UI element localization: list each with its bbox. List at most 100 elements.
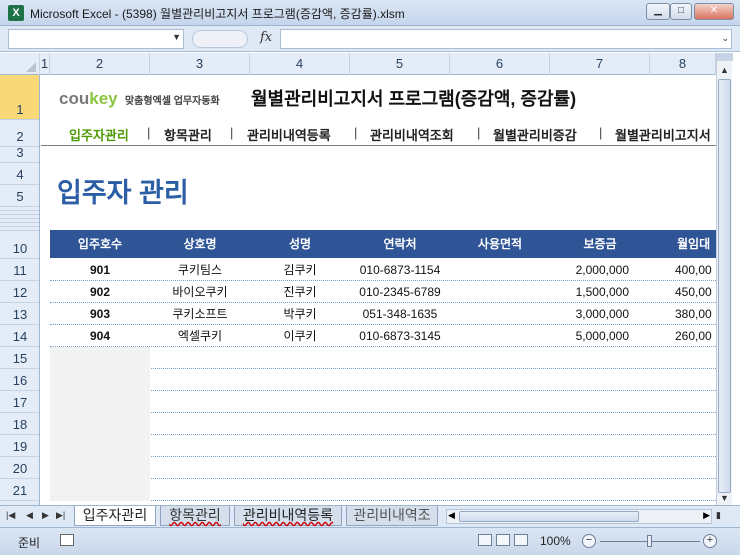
cell-deposit[interactable]: 2,000,000 <box>550 259 629 281</box>
vertical-scrollbar[interactable]: ▲ ▼ <box>716 53 733 505</box>
row-header[interactable]: 17 <box>0 391 39 413</box>
column-header[interactable]: 7 <box>550 53 650 75</box>
page-break-view-icon[interactable] <box>514 534 528 546</box>
empty-row[interactable] <box>50 369 716 391</box>
nav-item-management[interactable]: 항목관리 <box>164 125 212 144</box>
column-header[interactable]: 3 <box>150 53 250 75</box>
empty-cell[interactable] <box>50 479 150 501</box>
cell-contact[interactable]: 051-348-1635 <box>350 303 450 325</box>
row-header[interactable]: 2 <box>0 120 39 147</box>
chevron-down-icon[interactable]: ▼ <box>172 32 181 42</box>
expand-formula-bar-icon[interactable]: ⌄ <box>721 33 729 44</box>
cell-unit[interactable]: 901 <box>50 259 150 281</box>
cell-deposit[interactable]: 3,000,000 <box>550 303 629 325</box>
next-sheet-icon[interactable]: ▶ <box>42 510 49 521</box>
vertical-scroll-thumb[interactable] <box>718 79 731 493</box>
cell-area[interactable] <box>450 281 550 303</box>
tab-fee-registration[interactable]: 관리비내역등록 <box>234 506 342 526</box>
cell-area[interactable] <box>450 325 550 347</box>
table-row[interactable]: 901 쿠키팀스 김쿠키 010-6873-1154 2,000,000 400… <box>50 259 716 281</box>
column-header[interactable]: 1 <box>40 53 50 75</box>
zoom-out-icon[interactable]: − <box>582 534 596 548</box>
cell-rent[interactable]: 400,00 <box>675 259 716 281</box>
row-header[interactable]: 1 <box>0 75 39 120</box>
cell-rent[interactable]: 260,00 <box>675 325 716 347</box>
cell-unit[interactable]: 902 <box>50 281 150 303</box>
tab-item-management[interactable]: 항목관리 <box>160 506 230 526</box>
cell-company[interactable]: 쿠키소프트 <box>150 303 250 325</box>
column-header[interactable]: 8 <box>650 53 716 75</box>
tab-tenant-management[interactable]: 입주자관리 <box>74 506 156 526</box>
scroll-up-icon[interactable]: ▲ <box>720 65 729 75</box>
last-sheet-icon[interactable]: ▶| <box>56 510 65 521</box>
zoom-in-icon[interactable]: + <box>703 534 717 548</box>
column-header[interactable]: 5 <box>350 53 450 75</box>
row-header[interactable]: 21 <box>0 479 39 501</box>
insert-function-icon[interactable]: fx <box>260 30 272 45</box>
row-header[interactable]: 10 <box>0 231 39 259</box>
page-layout-view-icon[interactable] <box>496 534 510 546</box>
row-header[interactable]: 11 <box>0 259 39 281</box>
nav-tenant-management[interactable]: 입주자관리 <box>69 125 129 144</box>
minimize-button[interactable]: ▁ <box>646 3 670 20</box>
empty-cell[interactable] <box>50 347 150 369</box>
scroll-down-icon[interactable]: ▼ <box>720 493 729 503</box>
split-handle[interactable] <box>717 53 733 61</box>
row-header[interactable]: 12 <box>0 281 39 303</box>
excel-app-icon[interactable]: X <box>8 5 24 21</box>
empty-cell[interactable] <box>50 435 150 457</box>
horizontal-scroll-thumb[interactable] <box>459 511 639 522</box>
empty-row[interactable] <box>50 457 716 479</box>
cell-contact[interactable]: 010-6873-1154 <box>350 259 450 281</box>
row-header[interactable]: 20 <box>0 457 39 479</box>
row-header[interactable]: 3 <box>0 145 39 163</box>
cell-name[interactable]: 김쿠키 <box>250 259 350 281</box>
scroll-left-icon[interactable]: ◀ <box>448 510 455 521</box>
cell-rent[interactable]: 380,00 <box>675 303 716 325</box>
cell-contact[interactable]: 010-2345-6789 <box>350 281 450 303</box>
nav-monthly-change[interactable]: 월별관리비증감 <box>493 125 577 144</box>
cell-area[interactable] <box>450 259 550 281</box>
cell-rent[interactable]: 450,00 <box>675 281 716 303</box>
horizontal-scrollbar[interactable]: ◀ ▶ <box>446 509 712 524</box>
close-button[interactable]: ✕ <box>694 3 734 20</box>
empty-cell[interactable] <box>50 391 150 413</box>
empty-cell[interactable] <box>50 413 150 435</box>
empty-row[interactable] <box>50 391 716 413</box>
zoom-level[interactable]: 100% <box>540 534 571 548</box>
split-box-icon[interactable]: ▮ <box>716 510 721 521</box>
nav-monthly-notice[interactable]: 월별관리비고지서 <box>615 125 711 144</box>
cell-company[interactable]: 쿠키팀스 <box>150 259 250 281</box>
cell-deposit[interactable]: 5,000,000 <box>550 325 629 347</box>
cell-name[interactable]: 진쿠키 <box>250 281 350 303</box>
empty-row[interactable] <box>50 347 716 369</box>
empty-cell[interactable] <box>50 369 150 391</box>
row-header[interactable]: 5 <box>0 185 39 207</box>
tab-fee-inquiry[interactable]: 관리비내역조 <box>346 506 438 526</box>
column-header[interactable]: 6 <box>450 53 550 75</box>
cell-company[interactable]: 엑셀쿠키 <box>150 325 250 347</box>
empty-row[interactable] <box>50 479 716 501</box>
row-header[interactable]: 18 <box>0 413 39 435</box>
row-header[interactable]: 13 <box>0 303 39 325</box>
prev-sheet-icon[interactable]: ◀ <box>26 510 33 521</box>
empty-row[interactable] <box>50 435 716 457</box>
row-header[interactable]: 16 <box>0 369 39 391</box>
cell-contact[interactable]: 010-6873-3145 <box>350 325 450 347</box>
row-header[interactable]: 19 <box>0 435 39 457</box>
normal-view-icon[interactable] <box>478 534 492 546</box>
scroll-right-icon[interactable]: ▶ <box>703 510 710 521</box>
cell-area[interactable] <box>450 303 550 325</box>
first-sheet-icon[interactable]: |◀ <box>6 510 15 521</box>
worksheet-grid[interactable]: coukey 맞춤형엑셀 업무자동화 월별관리비고지서 프로그램(증감액, 증감… <box>41 75 716 505</box>
formula-input[interactable]: ⌄ <box>280 29 732 49</box>
table-row[interactable]: 904 엑셀쿠키 이쿠키 010-6873-3145 5,000,000 260… <box>50 325 716 347</box>
table-row[interactable]: 903 쿠키소프트 박쿠키 051-348-1635 3,000,000 380… <box>50 303 716 325</box>
formula-splitter[interactable] <box>192 30 248 48</box>
nav-fee-registration[interactable]: 관리비내역등록 <box>247 125 331 144</box>
macro-record-icon[interactable] <box>60 534 74 546</box>
zoom-slider-thumb[interactable] <box>647 535 652 547</box>
nav-fee-inquiry[interactable]: 관리비내역조회 <box>370 125 454 144</box>
empty-row[interactable] <box>50 413 716 435</box>
maximize-button[interactable]: □ <box>670 3 692 20</box>
